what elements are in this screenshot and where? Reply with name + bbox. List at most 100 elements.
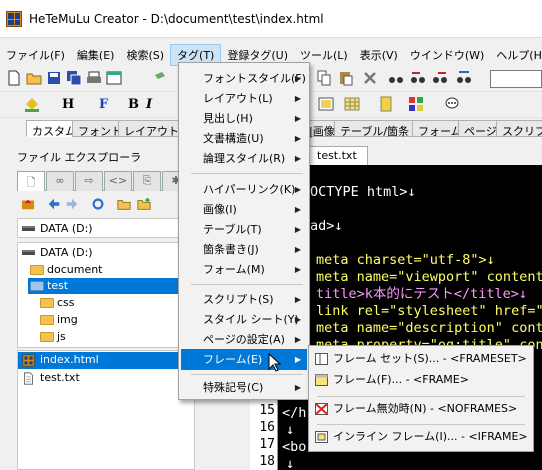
tree-item-js[interactable]: js <box>38 329 194 345</box>
refresh-icon[interactable] <box>91 197 105 211</box>
tag-menu-table[interactable]: テーブル(T) ▶ <box>181 219 307 240</box>
tag-menu-list[interactable]: 箇条書き(J) ▶ <box>181 239 307 260</box>
up-folder-icon[interactable] <box>21 197 35 211</box>
tag-menu-layout[interactable]: レイアウト(L) ▶ <box>181 88 307 109</box>
menu-search[interactable]: 検索(S) <box>120 44 170 66</box>
palette-tab-script[interactable]: スクリプト <box>496 120 542 138</box>
frame-menu-frame[interactable]: フレーム(F)... - <FRAME> <box>311 369 531 391</box>
menu-edit[interactable]: 編集(E) <box>71 44 121 66</box>
noframes-icon <box>315 403 328 415</box>
find-prev-icon[interactable] <box>410 70 426 86</box>
save-all-icon[interactable] <box>66 70 82 86</box>
file-list: index.html test.txt <box>17 350 195 470</box>
menu-separator <box>317 424 525 425</box>
tree-root-row[interactable]: DATA (D:) <box>17 242 195 264</box>
mouse-cursor-icon <box>268 353 282 372</box>
tree-item-label: test <box>47 279 69 292</box>
font-button[interactable]: F <box>99 97 108 112</box>
tag-menu-font-style[interactable]: フォントスタイル(F) ▶ <box>181 68 307 89</box>
replace-icon[interactable] <box>456 70 472 86</box>
paste-icon[interactable] <box>338 70 354 86</box>
tree-item-document[interactable]: document <box>28 262 194 278</box>
drive-selector[interactable]: DATA (D:) <box>17 218 195 238</box>
tag-menu-special-chars[interactable]: 特殊記号(C) ▶ <box>181 377 307 398</box>
explorer-tab-arrow-icon[interactable]: ⇨ <box>75 171 103 191</box>
line-number: 15 <box>259 403 275 418</box>
code-line: ad>↓ <box>310 218 343 234</box>
search-box[interactable] <box>490 70 542 88</box>
find-next-icon[interactable] <box>432 70 448 86</box>
bold-button[interactable]: B <box>128 97 139 112</box>
comment-icon[interactable] <box>444 96 460 112</box>
tag-menu-stylesheet[interactable]: スタイル シート(Y) ▶ <box>181 309 307 330</box>
menu-item-label: インライン フレーム(I)... - <IFRAME> <box>333 430 528 443</box>
tree-item-img[interactable]: img <box>38 312 194 328</box>
find-icon[interactable] <box>388 70 404 86</box>
drive-icon <box>22 226 35 231</box>
delete-icon[interactable] <box>362 70 378 86</box>
explorer-tab-files-icon[interactable]: 🗋 <box>17 171 45 191</box>
menu-file[interactable]: ファイル(F) <box>0 44 71 66</box>
table-icon[interactable] <box>344 96 360 112</box>
back-arrow-icon[interactable] <box>47 197 61 211</box>
copy-icon[interactable] <box>316 70 332 86</box>
tag-menu-heading[interactable]: 見出し(H) ▶ <box>181 108 307 129</box>
folder-icon <box>40 298 54 308</box>
tag-menu-structure[interactable]: 文書構造(U) ▶ <box>181 128 307 149</box>
forward-arrow-icon[interactable] <box>65 197 79 211</box>
menu-item-label: フレーム(E) <box>203 353 263 366</box>
submenu-arrow-icon: ▶ <box>294 355 301 364</box>
browser-preview-icon[interactable] <box>106 70 122 86</box>
tag-menu-dropdown: フォントスタイル(F) ▶ レイアウト(L) ▶ 見出し(H) ▶ 文書構造(U) ▶ … <box>178 62 310 400</box>
tree-item-test[interactable]: test <box>28 278 194 294</box>
file-item-index-html[interactable]: index.html <box>18 352 194 369</box>
drive-selector-label: DATA (D:) <box>40 222 93 235</box>
menu-window[interactable]: ウインドウ(W) <box>404 44 490 66</box>
tag-menu-image[interactable]: 画像(I) ▶ <box>181 199 307 220</box>
tree-item-label: document <box>47 263 103 276</box>
document-icon[interactable] <box>378 96 394 112</box>
menu-separator <box>191 173 303 174</box>
frame-layout-icon[interactable] <box>318 96 334 112</box>
palette-tab-table[interactable]: テーブル/箇条 <box>334 120 416 138</box>
explorer-tab-clip-icon[interactable]: ⎘ <box>133 171 161 191</box>
submenu-arrow-icon: ▶ <box>294 94 301 103</box>
frame-menu-noframes[interactable]: フレーム無効時(N) - <NOFRAMES> <box>311 398 531 420</box>
tree-item-css[interactable]: css <box>38 295 194 311</box>
tag-menu-logical-style[interactable]: 論理スタイル(R) ▶ <box>181 148 307 169</box>
explorer-tab-link-icon[interactable]: ∞ <box>46 171 74 191</box>
editor-tab-test-txt[interactable]: test.txt <box>306 146 368 165</box>
menu-view[interactable]: 表示(V) <box>354 44 404 66</box>
code-line: title>k本的にテスト</title>↓ <box>316 286 528 302</box>
new-folder-icon[interactable] <box>137 197 151 211</box>
code-line: meta name="description" conte <box>316 320 542 336</box>
italic-button[interactable]: I <box>146 97 152 112</box>
submenu-arrow-icon: ▶ <box>294 154 301 163</box>
dropdown-tool-icon[interactable] <box>152 70 168 86</box>
explorer-tab-tags-icon[interactable]: <> <box>104 171 132 191</box>
form-icon[interactable] <box>408 96 424 112</box>
file-item-test-txt[interactable]: test.txt <box>18 370 194 387</box>
paint-bucket-icon[interactable] <box>24 96 40 112</box>
tag-menu-script[interactable]: スクリプト(S) ▶ <box>181 289 307 310</box>
menu-item-label: ハイパーリンク(K) <box>203 183 296 196</box>
tag-menu-page-settings[interactable]: ページの設定(A) ▶ <box>181 329 307 350</box>
tag-menu-form[interactable]: フォーム(M) ▶ <box>181 259 307 280</box>
folder-open-icon[interactable] <box>117 197 131 211</box>
frame-menu-frameset[interactable]: フレーム セット(S)... - <FRAMESET> <box>311 348 531 370</box>
menu-item-label: スタイル シート(Y) <box>203 313 299 326</box>
print-icon[interactable] <box>86 70 102 86</box>
menu-help[interactable]: ヘルプ(H) <box>490 44 542 66</box>
new-file-icon[interactable] <box>6 70 22 86</box>
tree-item-label: img <box>57 313 78 326</box>
tag-menu-hyperlink[interactable]: ハイパーリンク(K) ▶ <box>181 179 307 200</box>
folder-icon <box>30 265 44 275</box>
frame-menu-iframe[interactable]: インライン フレーム(I)... - <IFRAME> <box>311 426 531 448</box>
save-icon[interactable] <box>46 70 62 86</box>
palette-tab-layout[interactable]: レイアウト <box>118 120 185 138</box>
menu-item-label: フレーム セット(S)... - <FRAMESET> <box>333 352 527 365</box>
open-folder-icon[interactable] <box>26 70 42 86</box>
heading-button[interactable]: H <box>62 97 74 112</box>
tag-menu-frame[interactable]: フレーム(E) ▶ <box>181 349 307 370</box>
submenu-arrow-icon: ▶ <box>294 383 301 392</box>
